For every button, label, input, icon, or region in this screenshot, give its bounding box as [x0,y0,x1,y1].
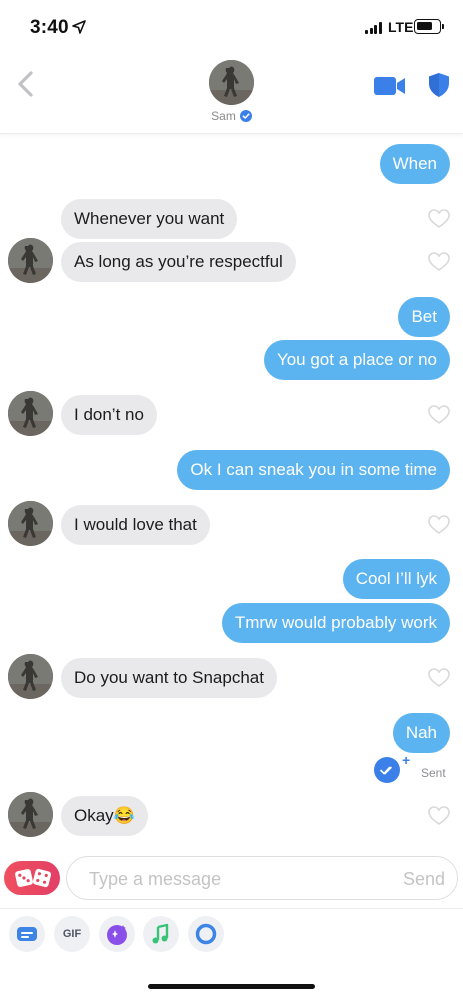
message-outgoing[interactable]: Cool I’ll lyk [342,559,450,599]
music-note-icon [152,923,169,944]
read-receipt-icon [374,757,400,783]
sent-status: Sent [421,766,446,780]
contact-name-row[interactable]: Sam [0,109,463,123]
contact-name[interactable]: Sam [211,109,236,123]
status-time: 3:40 [30,17,69,38]
network-label: LTE [388,19,414,35]
sticker-button[interactable] [99,916,135,952]
send-button[interactable]: Send [403,857,445,901]
sparkle-sticker-icon [107,925,127,945]
message-outgoing[interactable]: Nah [392,713,450,753]
like-heart-icon[interactable] [428,515,450,535]
signal-icon [365,22,383,34]
message-outgoing[interactable]: When [379,144,450,184]
battery-cap [442,24,444,29]
like-heart-icon[interactable] [428,405,450,425]
status-bar: 3:40 LTE [0,0,463,56]
message-incoming[interactable]: Do you want to Snapchat [61,658,277,698]
chat-header: Sam [0,56,463,134]
gif-button[interactable]: GIF [54,916,90,952]
back-chevron-icon[interactable] [14,68,38,100]
contact-avatar[interactable] [8,391,53,436]
sticker-card-icon [17,927,37,941]
music-button[interactable] [143,916,179,952]
like-heart-icon[interactable] [428,209,450,229]
message-incoming[interactable]: As long as you’re respectful [61,242,296,282]
message-outgoing[interactable]: Bet [398,297,450,337]
contact-avatar[interactable] [8,654,53,699]
location-arrow-icon [72,20,86,34]
contact-avatar[interactable] [8,238,53,283]
message-incoming[interactable]: I would love that [61,505,210,545]
message-outgoing[interactable]: You got a place or no [263,340,450,380]
message-incoming[interactable]: Whenever you want [61,199,238,239]
message-incoming[interactable]: Okay😂 [61,796,148,836]
message-outgoing[interactable]: Tmrw would probably work [221,603,450,643]
games-button[interactable] [4,861,60,895]
verified-badge-icon [239,110,252,122]
safety-shield-icon[interactable] [427,72,451,98]
battery-icon [414,19,441,34]
message-placeholder: Type a message [89,869,222,889]
dice-icon [15,868,52,888]
contact-avatar[interactable] [209,60,254,105]
like-heart-icon[interactable] [428,252,450,272]
loop-button[interactable] [188,916,224,952]
like-heart-icon[interactable] [428,806,450,826]
message-outgoing[interactable]: Ok I can sneak you in some time [177,450,450,490]
gif-label: GIF [62,928,82,940]
home-indicator[interactable] [148,984,315,989]
contact-avatar[interactable] [8,501,53,546]
bitmoji-sticker-button[interactable] [9,916,45,952]
loop-ring-icon [195,923,217,945]
plus-icon[interactable]: + [402,752,410,768]
like-heart-icon[interactable] [428,668,450,688]
divider [0,908,463,909]
contact-avatar[interactable] [8,792,53,837]
video-call-icon[interactable] [374,76,406,96]
message-incoming[interactable]: I don’t no [61,395,157,435]
message-input[interactable]: Type a message Send [66,856,458,900]
